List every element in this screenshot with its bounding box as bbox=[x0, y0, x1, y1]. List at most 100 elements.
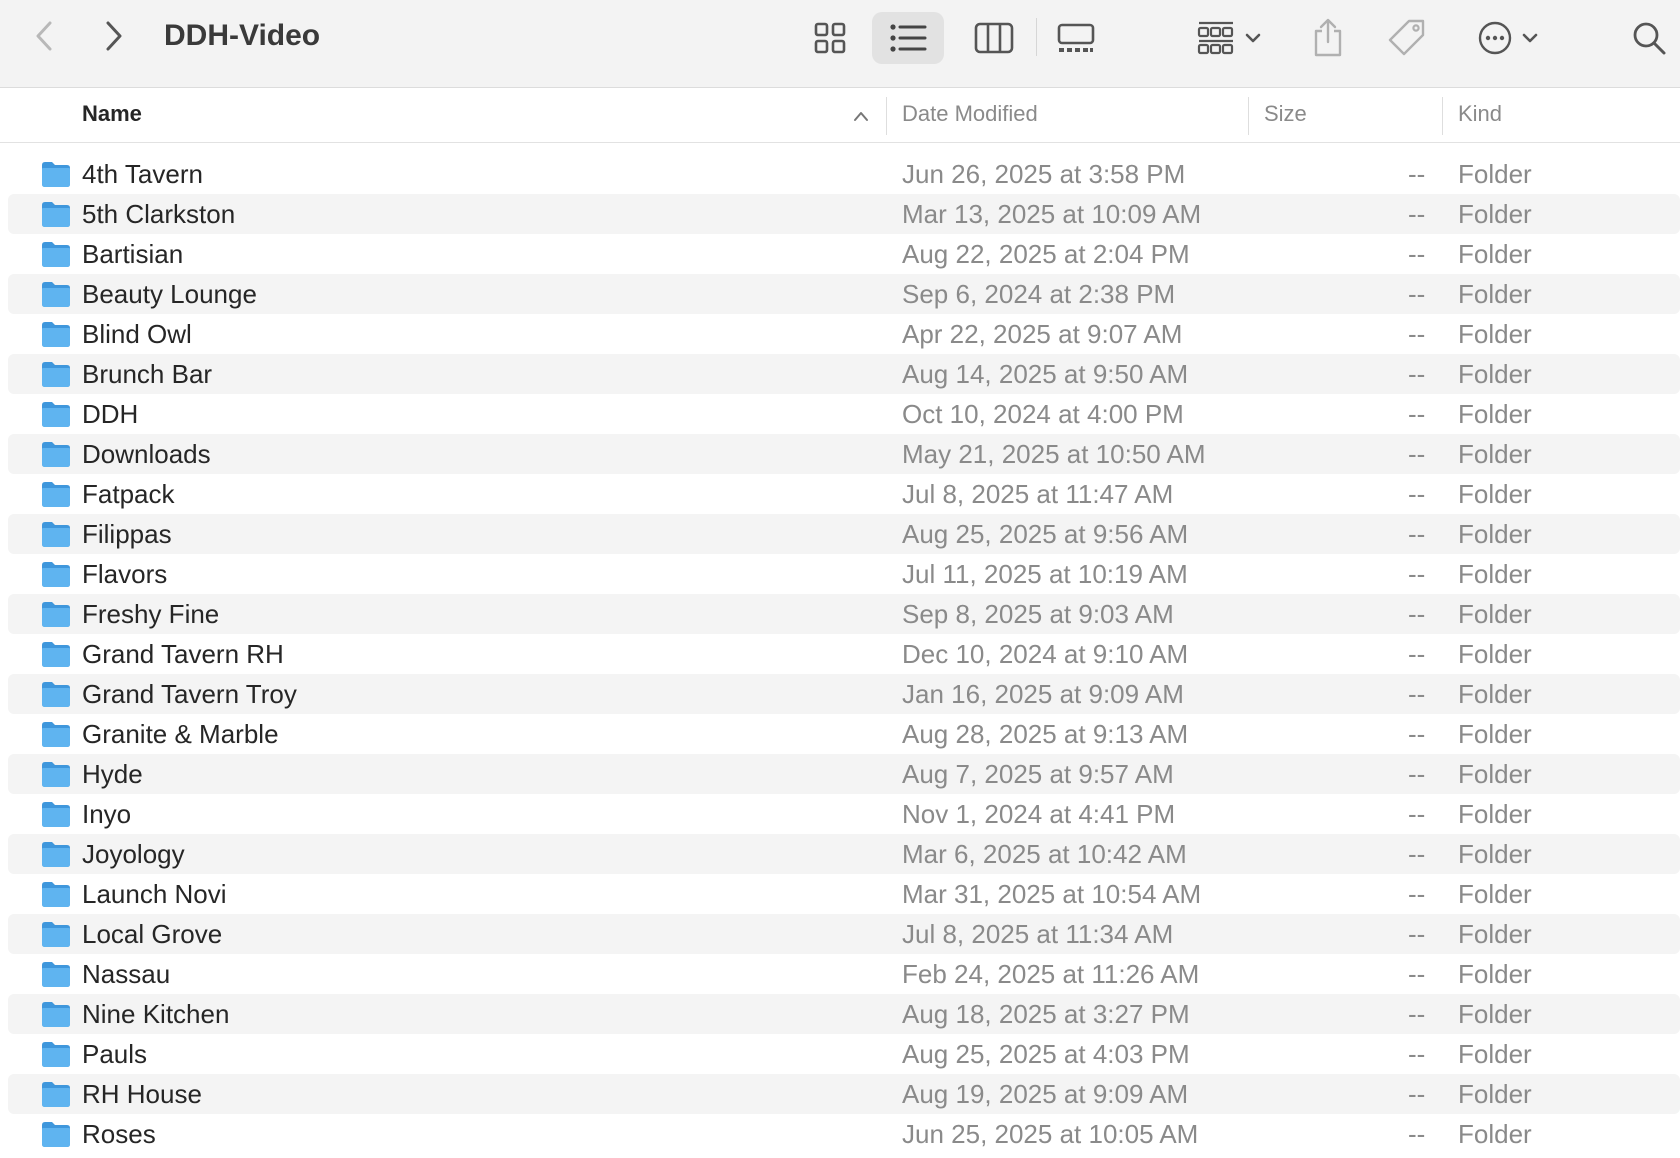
file-kind: Folder bbox=[1458, 399, 1532, 429]
chevron-down-icon bbox=[1522, 33, 1538, 43]
back-button[interactable] bbox=[26, 14, 62, 58]
file-date-modified: Sep 6, 2024 at 2:38 PM bbox=[902, 279, 1176, 309]
file-size: -- bbox=[1408, 999, 1426, 1029]
file-row[interactable]: Inyo Nov 1, 2024 at 4:41 PM -- Folder bbox=[8, 794, 1680, 834]
file-row[interactable]: Pauls Aug 25, 2025 at 4:03 PM -- Folder bbox=[8, 1034, 1680, 1074]
file-row[interactable]: Nassau Feb 24, 2025 at 11:26 AM -- Folder bbox=[8, 954, 1680, 994]
file-size: -- bbox=[1408, 319, 1426, 349]
column-header-name[interactable]: Name bbox=[82, 89, 142, 143]
file-date-modified: Aug 14, 2025 at 9:50 AM bbox=[902, 359, 1189, 389]
file-size: -- bbox=[1408, 879, 1426, 909]
file-row[interactable]: Beauty Lounge Sep 6, 2024 at 2:38 PM -- Fol… bbox=[8, 274, 1680, 314]
file-kind: Folder bbox=[1458, 359, 1532, 389]
folder-icon bbox=[42, 562, 70, 587]
file-name: Inyo bbox=[82, 799, 132, 829]
file-kind: Folder bbox=[1458, 879, 1532, 909]
file-kind: Folder bbox=[1458, 319, 1532, 349]
column-divider[interactable] bbox=[1442, 97, 1443, 135]
file-date-modified: Apr 22, 2025 at 9:07 AM bbox=[902, 319, 1183, 349]
file-date-modified: Jan 16, 2025 at 9:09 AM bbox=[902, 679, 1184, 709]
column-header-size[interactable]: Size bbox=[1264, 89, 1307, 143]
folder-icon bbox=[42, 722, 70, 747]
column-divider[interactable] bbox=[886, 97, 887, 135]
gallery-view-button[interactable] bbox=[1040, 12, 1112, 64]
file-row[interactable]: 4th Tavern Jun 26, 2025 at 3:58 PM -- Folde… bbox=[8, 154, 1680, 194]
file-kind: Folder bbox=[1458, 999, 1532, 1029]
file-row[interactable]: Local Grove Jul 8, 2025 at 11:34 AM -- Fold… bbox=[8, 914, 1680, 954]
file-row[interactable]: Hyde Aug 7, 2025 at 9:57 AM -- Folder bbox=[8, 754, 1680, 794]
file-row[interactable]: DDH Oct 10, 2024 at 4:00 PM -- Folder bbox=[8, 394, 1680, 434]
folder-icon bbox=[42, 1002, 70, 1027]
file-row[interactable]: Bartisian Aug 22, 2025 at 2:04 PM -- Folder bbox=[8, 234, 1680, 274]
folder-icon bbox=[42, 162, 70, 187]
folder-icon bbox=[42, 602, 70, 627]
folder-icon bbox=[42, 922, 70, 947]
file-kind: Folder bbox=[1458, 639, 1532, 669]
file-row[interactable]: Joyology Mar 6, 2025 at 10:42 AM -- Folder bbox=[8, 834, 1680, 874]
sort-ascending-icon[interactable] bbox=[852, 109, 870, 123]
file-kind: Folder bbox=[1458, 439, 1532, 469]
file-row[interactable]: Grand Tavern Troy Jan 16, 2025 at 9:09 AM… bbox=[8, 674, 1680, 714]
toolbar: DDH-Video bbox=[0, 0, 1680, 88]
file-row[interactable]: Granite & Marble Aug 28, 2025 at 9:13 AM -… bbox=[8, 714, 1680, 754]
file-date-modified: May 21, 2025 at 10:50 AM bbox=[902, 439, 1206, 469]
forward-button[interactable] bbox=[96, 14, 132, 58]
file-name: Filippas bbox=[82, 519, 172, 549]
column-header-kind[interactable]: Kind bbox=[1458, 89, 1502, 143]
file-date-modified: Mar 6, 2025 at 10:42 AM bbox=[902, 839, 1187, 869]
file-kind: Folder bbox=[1458, 959, 1532, 989]
more-actions-button[interactable] bbox=[1470, 14, 1546, 62]
file-row[interactable]: Brunch Bar Aug 14, 2025 at 9:50 AM -- Folde… bbox=[8, 354, 1680, 394]
file-kind: Folder bbox=[1458, 1119, 1532, 1149]
share-button[interactable] bbox=[1306, 12, 1350, 64]
gallery-icon bbox=[1057, 23, 1095, 52]
file-row[interactable]: Fatpack Jul 8, 2025 at 11:47 AM -- Folder bbox=[8, 474, 1680, 514]
file-date-modified: Aug 22, 2025 at 2:04 PM bbox=[902, 239, 1190, 269]
file-size: -- bbox=[1408, 479, 1426, 509]
file-row[interactable]: Launch Novi Mar 31, 2025 at 10:54 AM -- Fol… bbox=[8, 874, 1680, 914]
file-name: Local Grove bbox=[82, 919, 223, 949]
folder-icon bbox=[42, 682, 70, 707]
file-row[interactable]: Blind Owl Apr 22, 2025 at 9:07 AM -- Folder bbox=[8, 314, 1680, 354]
file-row[interactable]: Filippas Aug 25, 2025 at 9:56 AM -- Folder bbox=[8, 514, 1680, 554]
file-size: -- bbox=[1408, 1119, 1426, 1149]
file-size: -- bbox=[1408, 199, 1426, 229]
folder-icon bbox=[42, 362, 70, 387]
file-name: 4th Tavern bbox=[82, 159, 203, 189]
more-icon bbox=[1478, 21, 1512, 55]
tag-button[interactable] bbox=[1384, 12, 1430, 64]
file-name: Grand Tavern Troy bbox=[82, 679, 297, 709]
file-date-modified: Aug 19, 2025 at 9:09 AM bbox=[902, 1079, 1189, 1109]
file-size: -- bbox=[1408, 639, 1426, 669]
search-button[interactable] bbox=[1626, 14, 1672, 62]
file-date-modified: Nov 1, 2024 at 4:41 PM bbox=[902, 799, 1176, 829]
file-size: -- bbox=[1408, 959, 1426, 989]
file-row[interactable]: Freshy Fine Sep 8, 2025 at 9:03 AM -- Folde… bbox=[8, 594, 1680, 634]
file-row[interactable]: RH House Aug 19, 2025 at 9:09 AM -- Folder bbox=[8, 1074, 1680, 1114]
folder-icon bbox=[42, 1042, 70, 1067]
folder-icon bbox=[42, 442, 70, 467]
file-size: -- bbox=[1408, 679, 1426, 709]
file-row[interactable]: Grand Tavern RH Dec 10, 2024 at 9:10 AM --… bbox=[8, 634, 1680, 674]
folder-icon bbox=[42, 882, 70, 907]
column-header-date-modified[interactable]: Date Modified bbox=[902, 89, 1038, 143]
folder-icon bbox=[42, 242, 70, 267]
file-name: Roses bbox=[82, 1119, 156, 1149]
list-view-button[interactable] bbox=[872, 12, 944, 64]
file-row[interactable]: Nine Kitchen Aug 18, 2025 at 3:27 PM -- Fol… bbox=[8, 994, 1680, 1034]
file-row[interactable]: Flavors Jul 11, 2025 at 10:19 AM -- Folder bbox=[8, 554, 1680, 594]
icon-view-button[interactable] bbox=[794, 12, 866, 64]
group-button[interactable] bbox=[1194, 14, 1264, 62]
file-date-modified: Jul 11, 2025 at 10:19 AM bbox=[902, 559, 1188, 589]
column-view-button[interactable] bbox=[958, 12, 1030, 64]
file-date-modified: Aug 7, 2025 at 9:57 AM bbox=[902, 759, 1174, 789]
file-row[interactable]: 5th Clarkston Mar 13, 2025 at 10:09 AM -- F… bbox=[8, 194, 1680, 234]
file-row[interactable]: Downloads May 21, 2025 at 10:50 AM -- Folde… bbox=[8, 434, 1680, 474]
file-size: -- bbox=[1408, 799, 1426, 829]
file-row[interactable]: Roses Jun 25, 2025 at 10:05 AM -- Folder bbox=[8, 1114, 1680, 1154]
file-date-modified: Jun 26, 2025 at 3:58 PM bbox=[902, 159, 1186, 189]
column-divider[interactable] bbox=[1248, 97, 1249, 135]
file-size: -- bbox=[1408, 839, 1426, 869]
file-name: Joyology bbox=[82, 839, 185, 869]
folder-icon bbox=[42, 962, 70, 987]
